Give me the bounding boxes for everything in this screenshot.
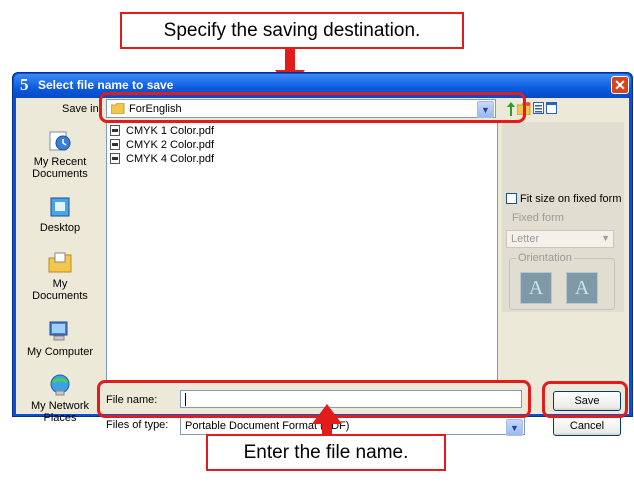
pdf-file-icon xyxy=(110,153,120,164)
file-name: CMYK 1 Color.pdf xyxy=(126,124,215,137)
dialog-title: Select file name to save xyxy=(38,78,174,92)
fixed-form-dropdown: Letter ▼ xyxy=(506,230,614,248)
callout-text: Enter the file name. xyxy=(243,441,409,463)
close-button[interactable]: ✕ xyxy=(611,76,629,94)
file-name: CMYK 2 Color.pdf xyxy=(126,138,215,151)
highlight-save-button xyxy=(542,381,628,418)
app-logo-icon: 5 xyxy=(20,75,29,94)
place-label: My Network Places xyxy=(30,400,90,424)
list-item[interactable]: CMYK 4 Color.pdf xyxy=(110,152,214,165)
list-item[interactable]: CMYK 2 Color.pdf xyxy=(110,138,214,151)
list-view-icon[interactable] xyxy=(533,102,544,114)
file-name: CMYK 4 Color.pdf xyxy=(126,152,215,165)
save-in-label: Save in: xyxy=(62,103,102,115)
details-view-icon[interactable] xyxy=(546,102,557,114)
place-label: My Recent Documents xyxy=(32,156,88,180)
my-computer-icon xyxy=(49,321,68,341)
cancel-button[interactable]: Cancel xyxy=(553,416,621,436)
portrait-orientation-icon: A xyxy=(520,272,552,304)
place-my-documents[interactable]: My Documents xyxy=(20,252,100,302)
cancel-button-label: Cancel xyxy=(569,420,605,432)
orientation-label: Orientation xyxy=(516,252,574,264)
highlight-save-in xyxy=(99,92,526,123)
landscape-orientation-icon: A xyxy=(566,272,598,304)
callout-text: Specify the saving destination. xyxy=(163,19,421,41)
chevron-down-icon[interactable]: ▼ xyxy=(506,419,523,436)
place-label: Desktop xyxy=(39,222,81,234)
fixed-form-label: Fixed form xyxy=(512,212,564,224)
fit-size-label: Fit size on fixed form xyxy=(520,193,622,205)
place-desktop[interactable]: Desktop xyxy=(20,196,100,234)
recent-documents-icon xyxy=(49,131,71,151)
place-my-recent-documents[interactable]: My Recent Documents xyxy=(20,130,100,180)
file-list[interactable]: CMYK 1 Color.pdf CMYK 2 Color.pdf CMYK 4… xyxy=(106,122,498,383)
files-of-type-label: Files of type: xyxy=(106,419,169,431)
callout-specify-destination: Specify the saving destination. xyxy=(120,12,464,49)
fixed-form-value: Letter xyxy=(511,233,540,245)
pdf-file-icon xyxy=(110,139,120,150)
callout-enter-file-name: Enter the file name. xyxy=(206,434,446,471)
chevron-down-icon: ▼ xyxy=(601,233,610,243)
place-label: My Computer xyxy=(26,346,94,358)
list-item[interactable]: CMYK 1 Color.pdf xyxy=(110,124,214,137)
desktop-icon xyxy=(50,197,70,217)
place-my-computer[interactable]: My Computer xyxy=(20,320,100,358)
place-my-network-places[interactable]: My Network Places xyxy=(20,374,100,424)
network-places-icon xyxy=(50,374,70,396)
my-documents-icon xyxy=(48,252,72,273)
pdf-file-icon xyxy=(110,125,120,136)
fit-size-checkbox[interactable] xyxy=(506,193,517,204)
arrow-up-icon xyxy=(312,404,342,424)
places-bar: My Recent Documents Desktop My Documents… xyxy=(20,120,100,424)
files-of-type-dropdown[interactable]: Portable Document Format (PDF) ▼ xyxy=(180,417,525,436)
place-label: My Documents xyxy=(32,278,88,302)
